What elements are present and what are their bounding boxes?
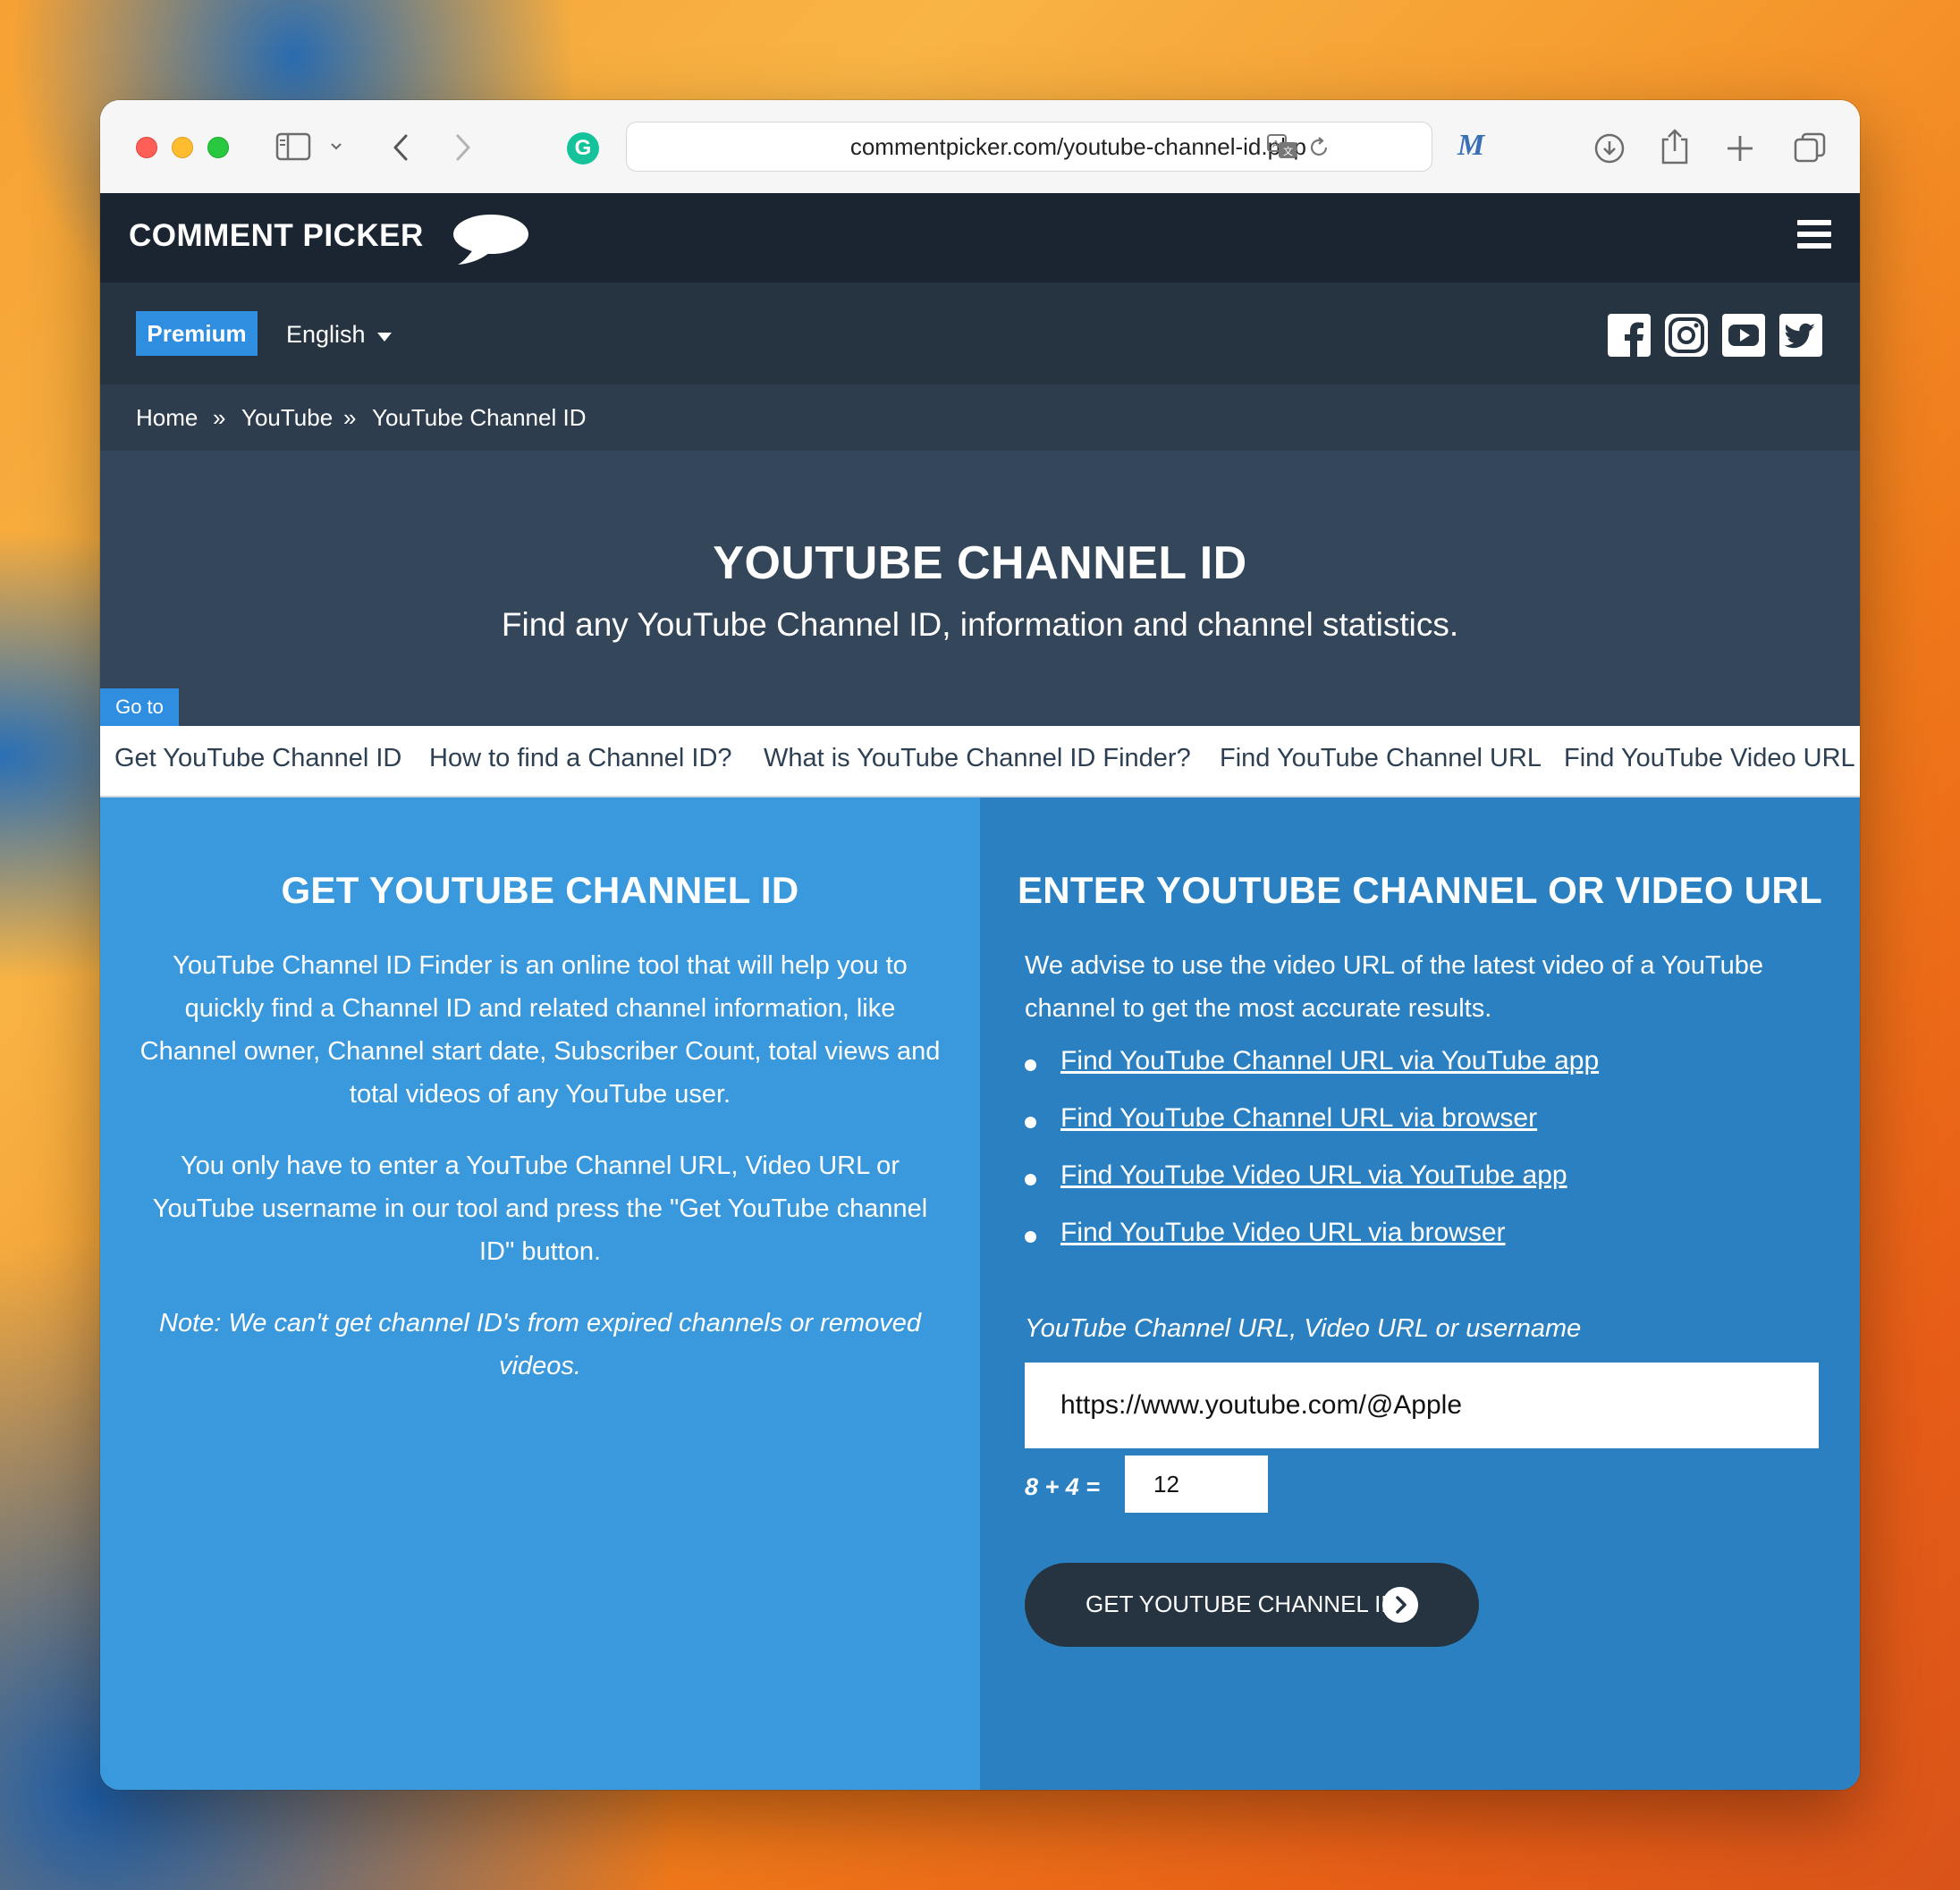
captcha-answer-input[interactable]: [1125, 1455, 1268, 1513]
chevron-down-icon[interactable]: [329, 139, 343, 154]
help-link-video-app[interactable]: Find YouTube Video URL via YouTube app: [1060, 1160, 1567, 1191]
share-icon[interactable]: [1660, 127, 1690, 166]
secondary-navbar: Premium English: [100, 283, 1860, 384]
help-link-channel-app[interactable]: Find YouTube Channel URL via YouTube app: [1060, 1046, 1599, 1076]
tab-overview-icon[interactable]: [1794, 132, 1826, 165]
breadcrumb-separator: »: [343, 404, 357, 431]
site-logo[interactable]: COMMENT PICKER: [129, 218, 424, 254]
zoom-window-button[interactable]: [207, 137, 229, 158]
new-tab-icon[interactable]: [1726, 134, 1754, 163]
get-channel-id-button-label: GET YOUTUBE CHANNEL ID: [1086, 1590, 1398, 1617]
breadcrumb-youtube[interactable]: YouTube: [241, 404, 333, 432]
help-link-video-browser[interactable]: Find YouTube Video URL via browser: [1060, 1218, 1506, 1248]
info-paragraph-1: YouTube Channel ID Finder is an online t…: [139, 951, 941, 1109]
jump-link-how-to-find[interactable]: How to find a Channel ID?: [429, 744, 732, 773]
breadcrumb: Home » YouTube » YouTube Channel ID: [100, 384, 1860, 451]
back-arrow-icon[interactable]: [390, 132, 411, 163]
language-selector[interactable]: English: [286, 321, 366, 349]
channel-url-input[interactable]: [1025, 1363, 1819, 1448]
facebook-icon[interactable]: [1608, 314, 1651, 357]
speech-bubble-logo-icon: [453, 215, 528, 265]
svg-text:文: 文: [1283, 145, 1293, 157]
tool-intro: We advise to use the video URL of the la…: [1025, 951, 1763, 1023]
help-link-channel-browser[interactable]: Find YouTube Channel URL via browser: [1060, 1103, 1537, 1134]
breadcrumb-current: YouTube Channel ID: [372, 404, 587, 431]
page-subtitle: Find any YouTube Channel ID, information…: [501, 606, 1459, 643]
goto-label: Go to: [100, 688, 179, 726]
jump-link-find-video-url[interactable]: Find YouTube Video URL: [1564, 744, 1855, 773]
info-panel: GET YOUTUBE CHANNEL ID YouTube Channel I…: [100, 797, 980, 1790]
page-title: YOUTUBE CHANNEL ID: [713, 537, 1247, 589]
svg-text:A: A: [1272, 139, 1280, 150]
jump-link-get-channel-id[interactable]: Get YouTube Channel ID: [114, 744, 401, 773]
breadcrumb-separator: »: [213, 404, 226, 431]
hero-section: YOUTUBE CHANNEL ID Find any YouTube Chan…: [100, 451, 1860, 726]
top-navbar: COMMENT PICKER: [100, 193, 1860, 283]
bullet-icon: [1025, 1117, 1036, 1128]
chevron-right-icon: [1382, 1587, 1418, 1623]
bullet-icon: [1025, 1231, 1036, 1243]
menu-hamburger-icon[interactable]: [1797, 220, 1831, 250]
info-heading: GET YOUTUBE CHANNEL ID: [281, 869, 799, 911]
url-input-label: YouTube Channel URL, Video URL or userna…: [1025, 1314, 1582, 1343]
sidebar-toggle-icon[interactable]: [275, 132, 311, 161]
tool-panel: ENTER YOUTUBE CHANNEL OR VIDEO URL We ad…: [980, 797, 1860, 1790]
jump-links-bar: Get YouTube Channel ID How to find a Cha…: [100, 726, 1860, 797]
reload-icon[interactable]: [1306, 135, 1331, 160]
download-icon[interactable]: [1593, 132, 1626, 165]
breadcrumb-home[interactable]: Home: [136, 404, 198, 432]
info-note: Note: We can't get channel ID's from exp…: [159, 1309, 921, 1380]
caret-down-icon[interactable]: [377, 333, 392, 342]
minimize-window-button[interactable]: [172, 137, 193, 158]
url-text: commentpicker.com/youtube-channel-id.php: [849, 133, 1306, 160]
captcha-question: 8 + 4 =: [1025, 1473, 1101, 1500]
get-channel-id-button[interactable]: GET YOUTUBE CHANNEL ID: [1025, 1563, 1479, 1647]
web-page: COMMENT PICKER Premium English Home » Yo…: [100, 193, 1860, 1790]
bullet-icon: [1025, 1174, 1036, 1185]
instagram-icon[interactable]: [1665, 314, 1708, 357]
browser-toolbar: G commentpicker.com/youtube-channel-id.p…: [100, 100, 1860, 194]
twitter-icon[interactable]: [1779, 314, 1822, 357]
premium-button[interactable]: Premium: [136, 311, 258, 356]
address-bar[interactable]: commentpicker.com/youtube-channel-id.php…: [626, 122, 1432, 172]
grammarly-extension-icon[interactable]: G: [567, 132, 599, 165]
translate-icon[interactable]: A 文: [1267, 133, 1299, 160]
forward-arrow-icon[interactable]: [452, 132, 474, 163]
jump-link-what-is[interactable]: What is YouTube Channel ID Finder?: [764, 744, 1191, 773]
tool-heading: ENTER YOUTUBE CHANNEL OR VIDEO URL: [1017, 869, 1823, 911]
extension-m-icon[interactable]: M: [1457, 129, 1484, 163]
info-paragraph-2: You only have to enter a YouTube Channel…: [152, 1152, 928, 1266]
youtube-icon[interactable]: [1722, 314, 1765, 357]
close-window-button[interactable]: [136, 137, 157, 158]
jump-link-find-channel-url[interactable]: Find YouTube Channel URL: [1220, 744, 1542, 773]
bullet-icon: [1025, 1059, 1036, 1071]
browser-window: G commentpicker.com/youtube-channel-id.p…: [100, 100, 1860, 1790]
